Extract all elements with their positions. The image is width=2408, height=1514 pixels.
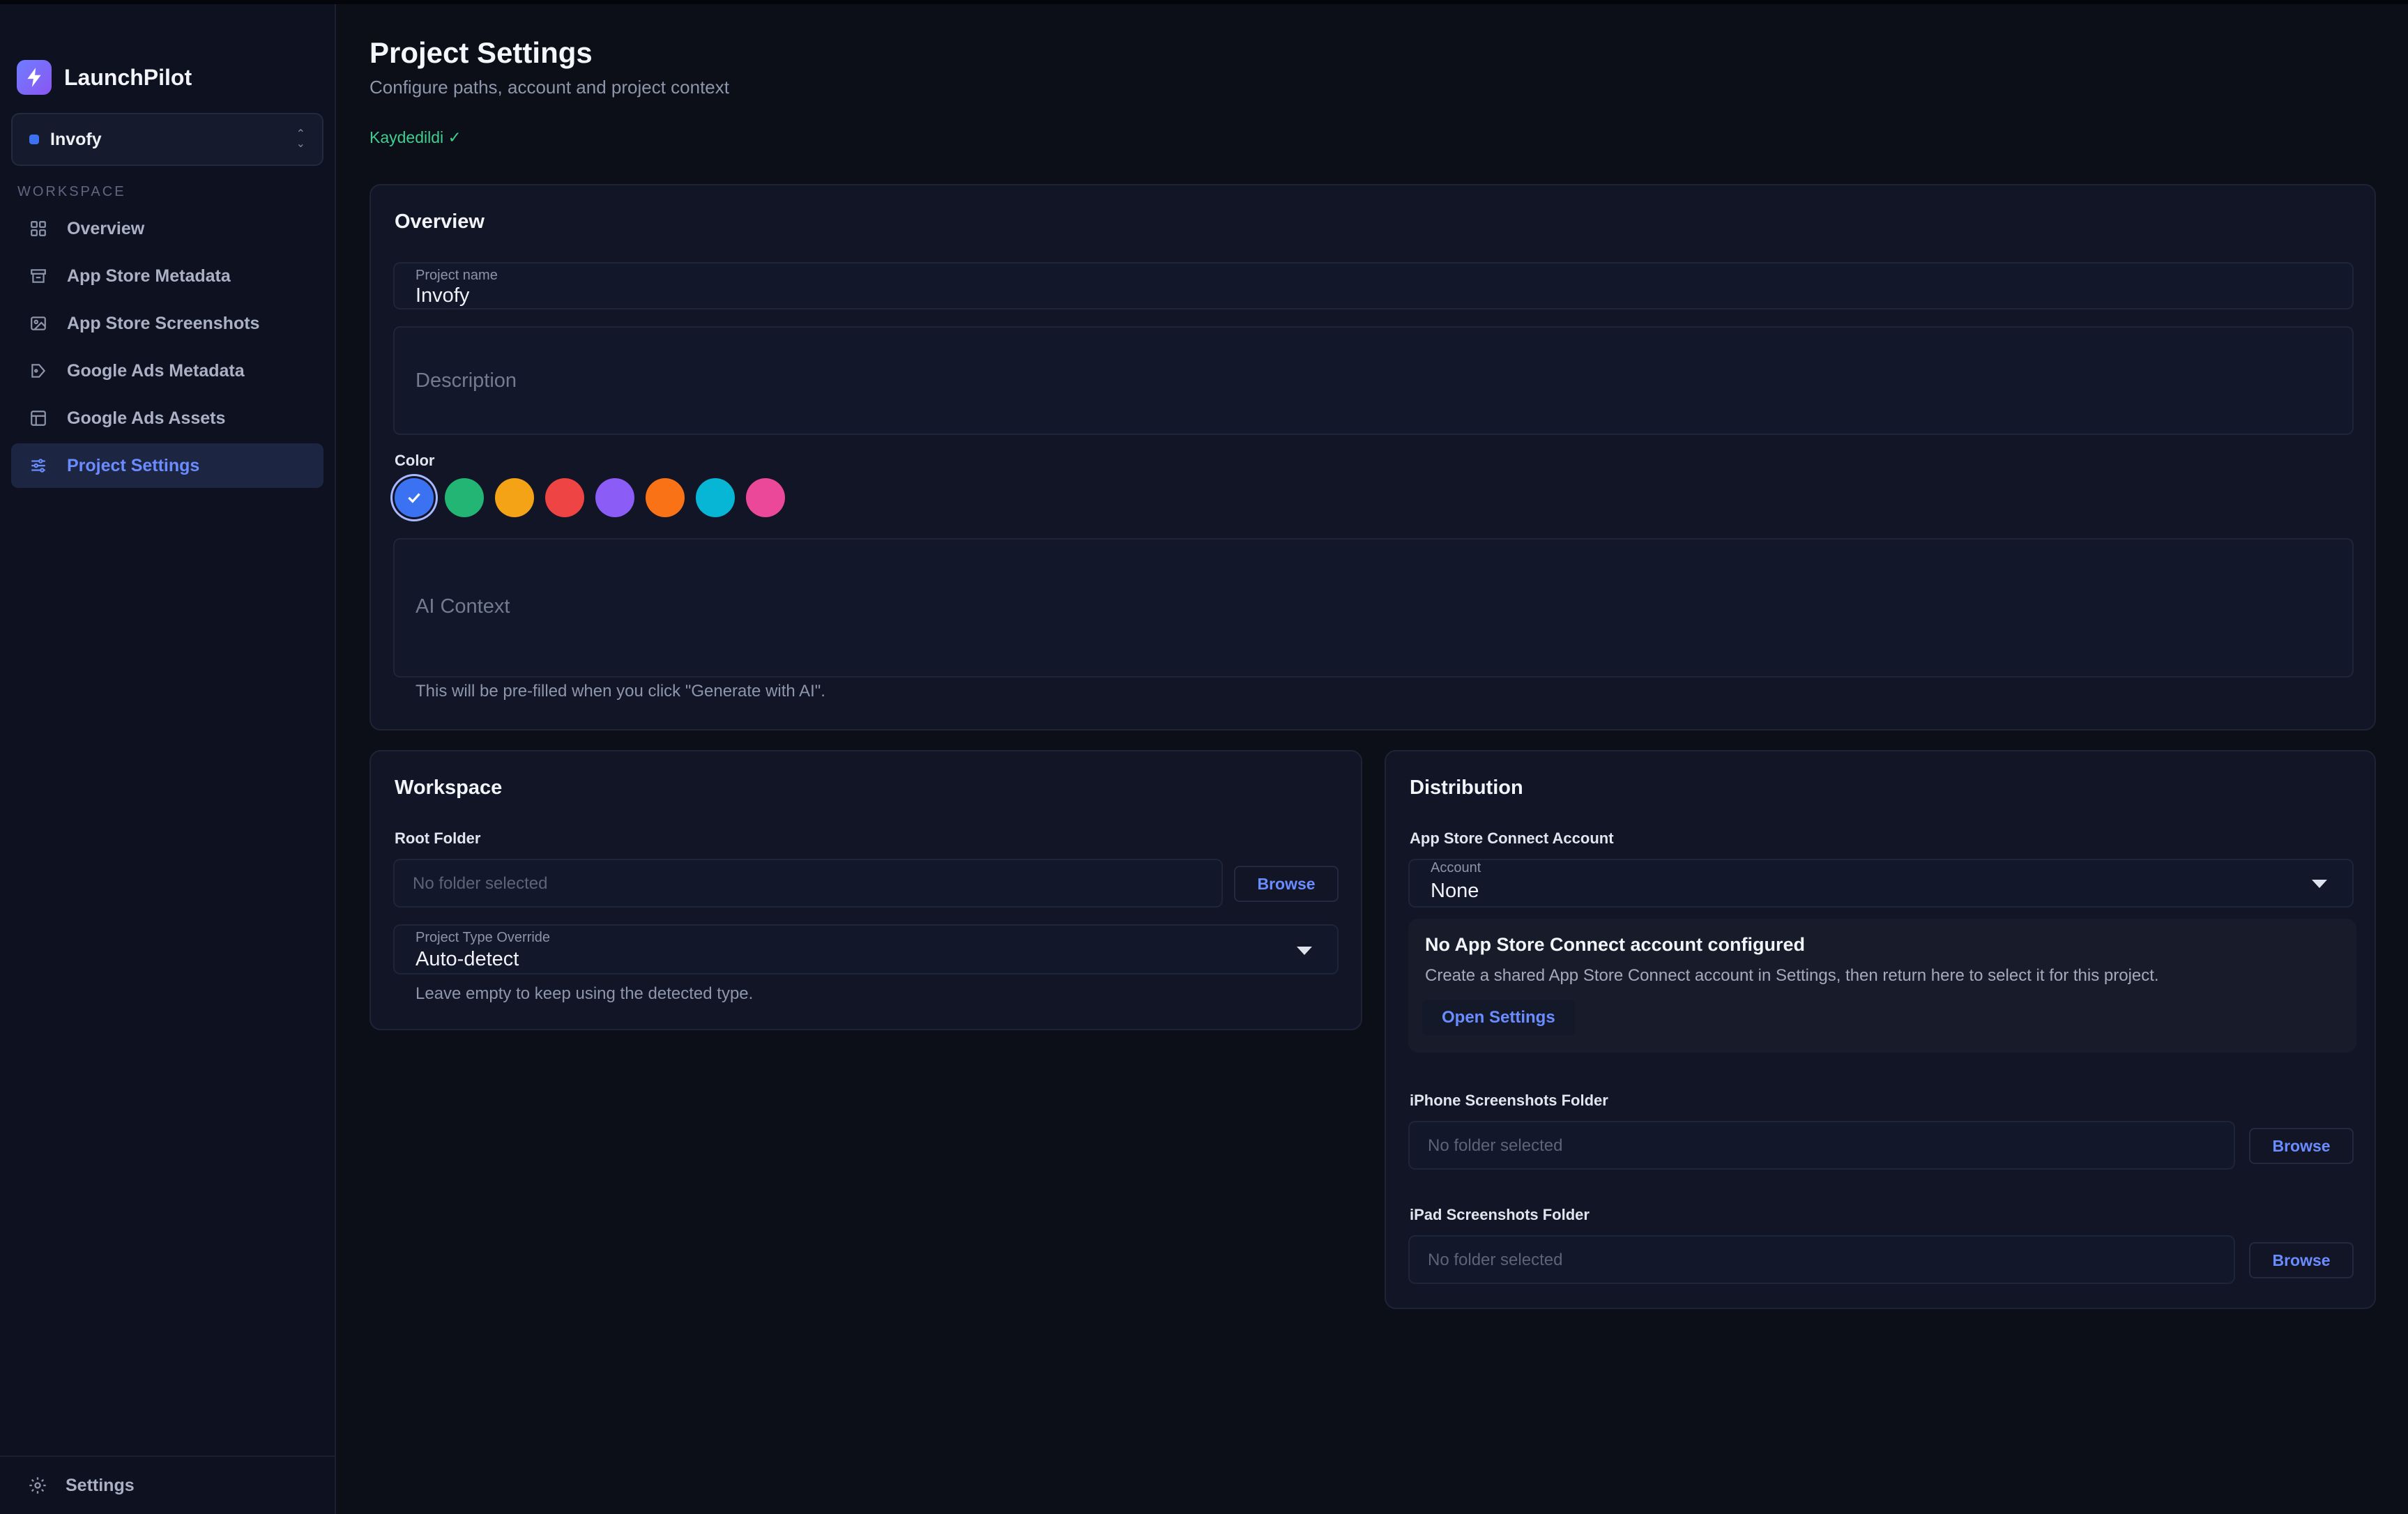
caret-down-icon [2312, 880, 2327, 888]
color-swatches [395, 478, 796, 517]
sidebar-nav: Overview App Store Metadata App Store Sc… [11, 206, 323, 491]
sidebar-item-app-store-metadata[interactable]: App Store Metadata [11, 254, 323, 298]
color-swatch-pink[interactable] [746, 478, 785, 517]
description-placeholder: Description [416, 369, 517, 392]
saved-status: Kaydedildi ✓ [369, 128, 462, 146]
iphone-folder-label: iPhone Screenshots Folder [1410, 1092, 1608, 1109]
sidebar-item-google-ads-metadata[interactable]: Google Ads Metadata [11, 349, 323, 393]
root-folder-label: Root Folder [395, 829, 481, 847]
description-input[interactable]: Description [393, 326, 2354, 435]
sidebar-item-label: Project Settings [67, 455, 200, 475]
sidebar-item-label: App Store Screenshots [67, 313, 260, 333]
iphone-folder-placeholder: No folder selected [1428, 1136, 1563, 1155]
grid-icon [28, 218, 49, 239]
sidebar: LaunchPilot Invofy ⌃ ⌄ WORKSPACE Overview… [0, 4, 336, 1514]
iphone-folder-input[interactable]: No folder selected [1408, 1121, 2235, 1170]
ipad-folder-placeholder: No folder selected [1428, 1251, 1563, 1269]
color-swatch-cyan[interactable] [696, 478, 735, 517]
color-label: Color [395, 452, 435, 469]
sidebar-footer-settings[interactable]: Settings [0, 1455, 335, 1514]
overview-title: Overview [395, 211, 485, 233]
color-swatch-orange[interactable] [646, 478, 685, 517]
sidebar-item-project-settings[interactable]: Project Settings [11, 443, 323, 488]
color-swatch-blue[interactable] [395, 478, 434, 517]
ipad-folder-input[interactable]: No folder selected [1408, 1235, 2235, 1284]
root-folder-placeholder: No folder selected [413, 874, 548, 893]
lightning-icon [17, 60, 52, 95]
check-icon [408, 493, 420, 503]
gear-icon [28, 1476, 47, 1495]
workspace-title: Workspace [395, 777, 503, 799]
ipad-folder-browse-button[interactable]: Browse [2249, 1242, 2354, 1278]
color-swatch-red[interactable] [545, 478, 584, 517]
overview-card: Overview Project name Invofy Description… [369, 184, 2376, 731]
color-swatch-green[interactable] [445, 478, 484, 517]
project-type-override-label: Project Type Override [416, 930, 551, 945]
sidebar-item-google-ads-assets[interactable]: Google Ads Assets [11, 396, 323, 441]
account-select[interactable]: Account None [1408, 859, 2354, 908]
open-settings-button[interactable]: Open Settings [1422, 1000, 1575, 1036]
sidebar-item-app-store-screenshots[interactable]: App Store Screenshots [11, 301, 323, 346]
project-selector-name: Invofy [50, 129, 102, 149]
root-folder-input[interactable]: No folder selected [393, 859, 1223, 908]
store-icon [28, 266, 49, 286]
app-name: LaunchPilot [64, 64, 192, 90]
ipad-folder-label: iPad Screenshots Folder [1410, 1206, 1590, 1223]
workspace-card: Workspace Root Folder No folder selected… [369, 750, 1362, 1030]
distribution-card: Distribution App Store Connect Account A… [1385, 750, 2376, 1309]
sidebar-section-label: WORKSPACE [17, 184, 126, 199]
ai-context-placeholder: AI Context [416, 595, 510, 618]
sidebar-item-label: App Store Metadata [67, 266, 231, 286]
project-name-input[interactable]: Project name Invofy [393, 262, 2354, 309]
images-icon [28, 313, 49, 334]
project-name-label: Project name [416, 268, 498, 283]
main-content: Project Settings Configure paths, accoun… [337, 4, 2408, 1514]
sidebar-item-label: Google Ads Assets [67, 408, 226, 428]
page-subtitle: Configure paths, account and project con… [369, 77, 729, 98]
project-type-override-hint: Leave empty to keep using the detected t… [416, 984, 754, 1003]
sidebar-item-label: Overview [67, 218, 145, 238]
account-value: None [1431, 880, 1479, 902]
no-account-notice: No App Store Connect account configured … [1408, 919, 2356, 1053]
sidebar-footer-label: Settings [66, 1475, 135, 1495]
color-swatch-amber[interactable] [495, 478, 534, 517]
caret-down-icon [1297, 947, 1312, 955]
sliders-icon [28, 455, 49, 476]
project-type-override-select[interactable]: Project Type Override Auto-detect [393, 924, 1339, 974]
project-selector[interactable]: Invofy ⌃ ⌄ [11, 113, 323, 166]
chevron-up-down-icon: ⌃ ⌄ [296, 128, 305, 150]
sidebar-item-overview[interactable]: Overview [11, 206, 323, 251]
iphone-folder-browse-button[interactable]: Browse [2249, 1128, 2354, 1164]
distribution-title: Distribution [1410, 777, 1523, 799]
color-swatch-purple[interactable] [595, 478, 634, 517]
root-folder-browse-button[interactable]: Browse [1234, 866, 1339, 902]
ai-context-hint: This will be pre-filled when you click "… [416, 682, 825, 701]
asc-account-label: App Store Connect Account [1410, 829, 1614, 847]
layout-icon [28, 408, 49, 429]
brand: LaunchPilot [17, 60, 192, 95]
notice-text: Create a shared App Store Connect accoun… [1425, 966, 2159, 985]
ai-context-input[interactable]: AI Context [393, 538, 2354, 678]
account-field-label: Account [1431, 860, 1481, 875]
ad-tag-icon [28, 360, 49, 381]
project-type-override-value: Auto-detect [416, 948, 519, 970]
page-title: Project Settings [369, 36, 593, 69]
project-color-dot [29, 135, 39, 144]
sidebar-item-label: Google Ads Metadata [67, 360, 245, 381]
project-name-value: Invofy [416, 284, 470, 307]
notice-title: No App Store Connect account configured [1425, 934, 1806, 955]
